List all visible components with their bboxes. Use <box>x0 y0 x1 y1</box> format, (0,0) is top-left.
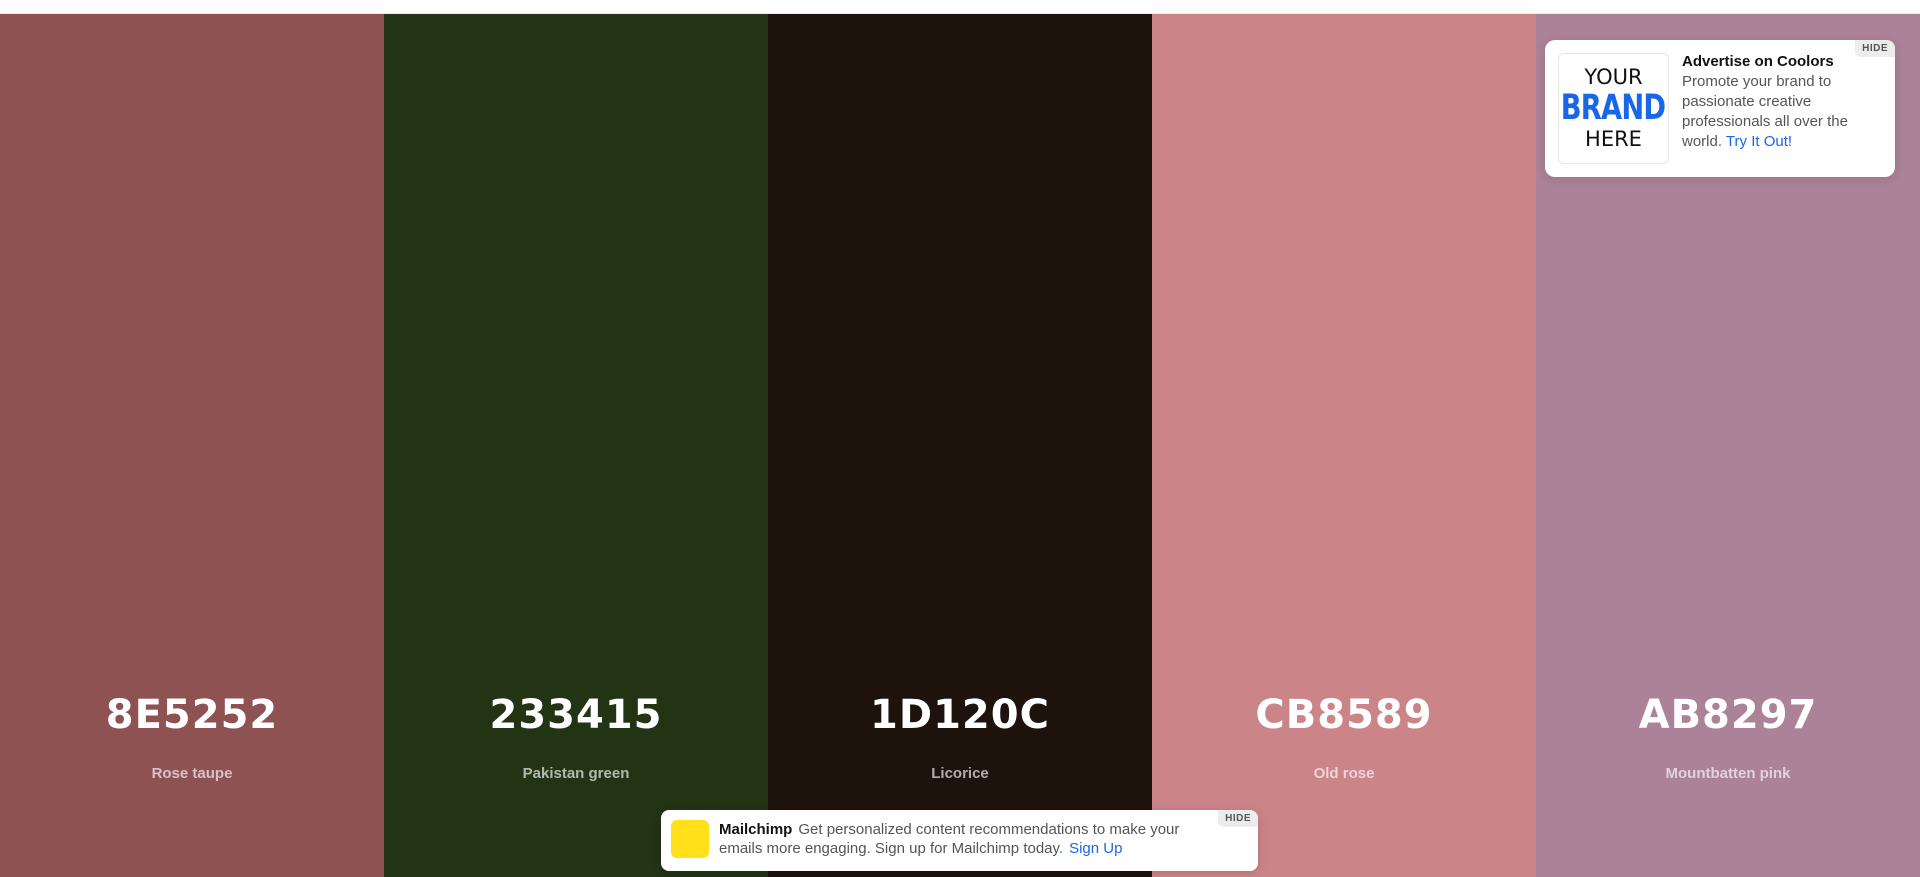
mailchimp-hide-button[interactable]: HIDE <box>1218 810 1258 827</box>
top-bar <box>0 0 1920 14</box>
swatch-old-rose[interactable]: CB8589 Old rose <box>1152 14 1536 877</box>
mailchimp-logo-icon[interactable] <box>671 820 709 858</box>
logo-line-here: HERE <box>1585 127 1642 151</box>
advertise-card: YOUR BRAND HERE Advertise on Coolors Pro… <box>1545 40 1895 177</box>
swatch-hex-code[interactable]: 233415 <box>384 692 768 738</box>
ad-try-link[interactable]: Try It Out! <box>1726 133 1792 150</box>
swatch-hex-code[interactable]: CB8589 <box>1152 692 1536 738</box>
mailchimp-text: Mailchimp Get personalized content recomm… <box>719 820 1199 858</box>
ad-title: Advertise on Coolors <box>1682 53 1834 70</box>
swatch-color-name: Pakistan green <box>522 765 630 782</box>
swatch-color-name: Mountbatten pink <box>1665 765 1791 782</box>
logo-line-your: YOUR <box>1584 65 1643 89</box>
ad-hide-button[interactable]: HIDE <box>1855 40 1895 57</box>
mailchimp-signup-link[interactable]: Sign Up <box>1069 840 1122 857</box>
swatch-pakistan-green[interactable]: 233415 Pakistan green <box>384 14 768 877</box>
swatch-licorice[interactable]: 1D120C Licorice <box>768 14 1152 877</box>
swatch-color-name: Rose taupe <box>151 765 233 782</box>
ad-text: Advertise on Coolors Promote your brand … <box>1682 52 1882 152</box>
swatch-hex-code[interactable]: AB8297 <box>1536 692 1920 738</box>
swatch-color-name: Old rose <box>1313 765 1375 782</box>
swatch-hex-code[interactable]: 8E5252 <box>0 692 384 738</box>
swatch-rose-taupe[interactable]: 8E5252 Rose taupe <box>0 14 384 877</box>
swatch-hex-code[interactable]: 1D120C <box>768 692 1152 738</box>
brand-placeholder-logo[interactable]: YOUR BRAND HERE <box>1558 53 1669 164</box>
mailchimp-banner: Mailchimp Get personalized content recomm… <box>661 810 1258 871</box>
logo-line-brand: BRAND <box>1561 88 1666 128</box>
mailchimp-brand: Mailchimp <box>719 821 793 838</box>
swatch-color-name: Licorice <box>931 765 989 782</box>
